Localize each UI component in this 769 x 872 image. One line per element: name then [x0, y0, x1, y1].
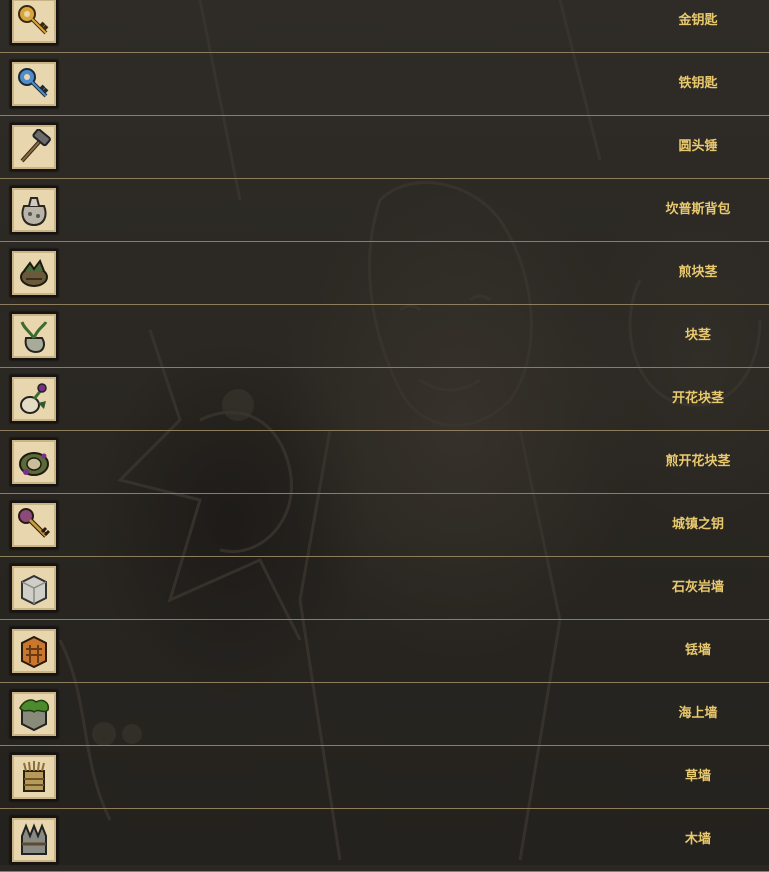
item-name: 金钥匙 [678, 13, 718, 28]
iron-key-icon [10, 60, 58, 108]
blooming-tuber-icon [10, 375, 58, 423]
item-name: 城镇之钥 [671, 517, 724, 532]
thulecite-wall-icon [10, 627, 58, 675]
list-item[interactable]: 金钥匙 [0, 0, 769, 53]
limestone-wall-icon [10, 564, 58, 612]
item-name: 坎普斯背包 [665, 202, 731, 217]
item-name: 铁钥匙 [678, 76, 718, 91]
golden-key-icon [10, 0, 58, 45]
list-item[interactable]: 木墙 [0, 809, 769, 872]
item-name: 圆头锤 [678, 139, 718, 154]
krampus-sack-icon [10, 186, 58, 234]
list-item[interactable]: 海上墙 [0, 683, 769, 746]
ball-pein-hammer-icon [10, 123, 58, 171]
list-item[interactable]: 城镇之钥 [0, 494, 769, 557]
list-item[interactable]: 块茎 [0, 305, 769, 368]
item-list: 金钥匙 铁钥匙 圆头锤 坎普斯背包 煎块茎 块茎 开花块茎 煎开花块茎 城镇之钥… [0, 0, 769, 872]
wood-wall-icon [10, 816, 58, 864]
list-item[interactable]: 草墙 [0, 746, 769, 809]
list-item[interactable]: 铥墙 [0, 620, 769, 683]
item-name: 块茎 [684, 328, 711, 343]
item-name: 煎块茎 [678, 265, 718, 280]
list-item[interactable]: 煎开花块茎 [0, 431, 769, 494]
list-item[interactable]: 铁钥匙 [0, 53, 769, 116]
item-name: 铥墙 [684, 643, 711, 658]
item-name: 草墙 [684, 769, 711, 784]
key-to-the-city-icon [10, 501, 58, 549]
tuber-icon [10, 312, 58, 360]
item-name: 煎开花块茎 [665, 454, 731, 469]
list-item[interactable]: 坎普斯背包 [0, 179, 769, 242]
list-item[interactable]: 圆头锤 [0, 116, 769, 179]
list-item[interactable]: 开花块茎 [0, 368, 769, 431]
hay-wall-icon [10, 753, 58, 801]
item-name: 木墙 [684, 832, 711, 847]
item-name: 开花块茎 [671, 391, 724, 406]
item-name: 海上墙 [678, 706, 718, 721]
cooked-tuber-icon [10, 249, 58, 297]
item-name: 石灰岩墙 [671, 580, 724, 595]
list-item[interactable]: 石灰岩墙 [0, 557, 769, 620]
list-item[interactable]: 煎块茎 [0, 242, 769, 305]
cooked-blooming-tuber-icon [10, 438, 58, 486]
sea-wall-icon [10, 690, 58, 738]
